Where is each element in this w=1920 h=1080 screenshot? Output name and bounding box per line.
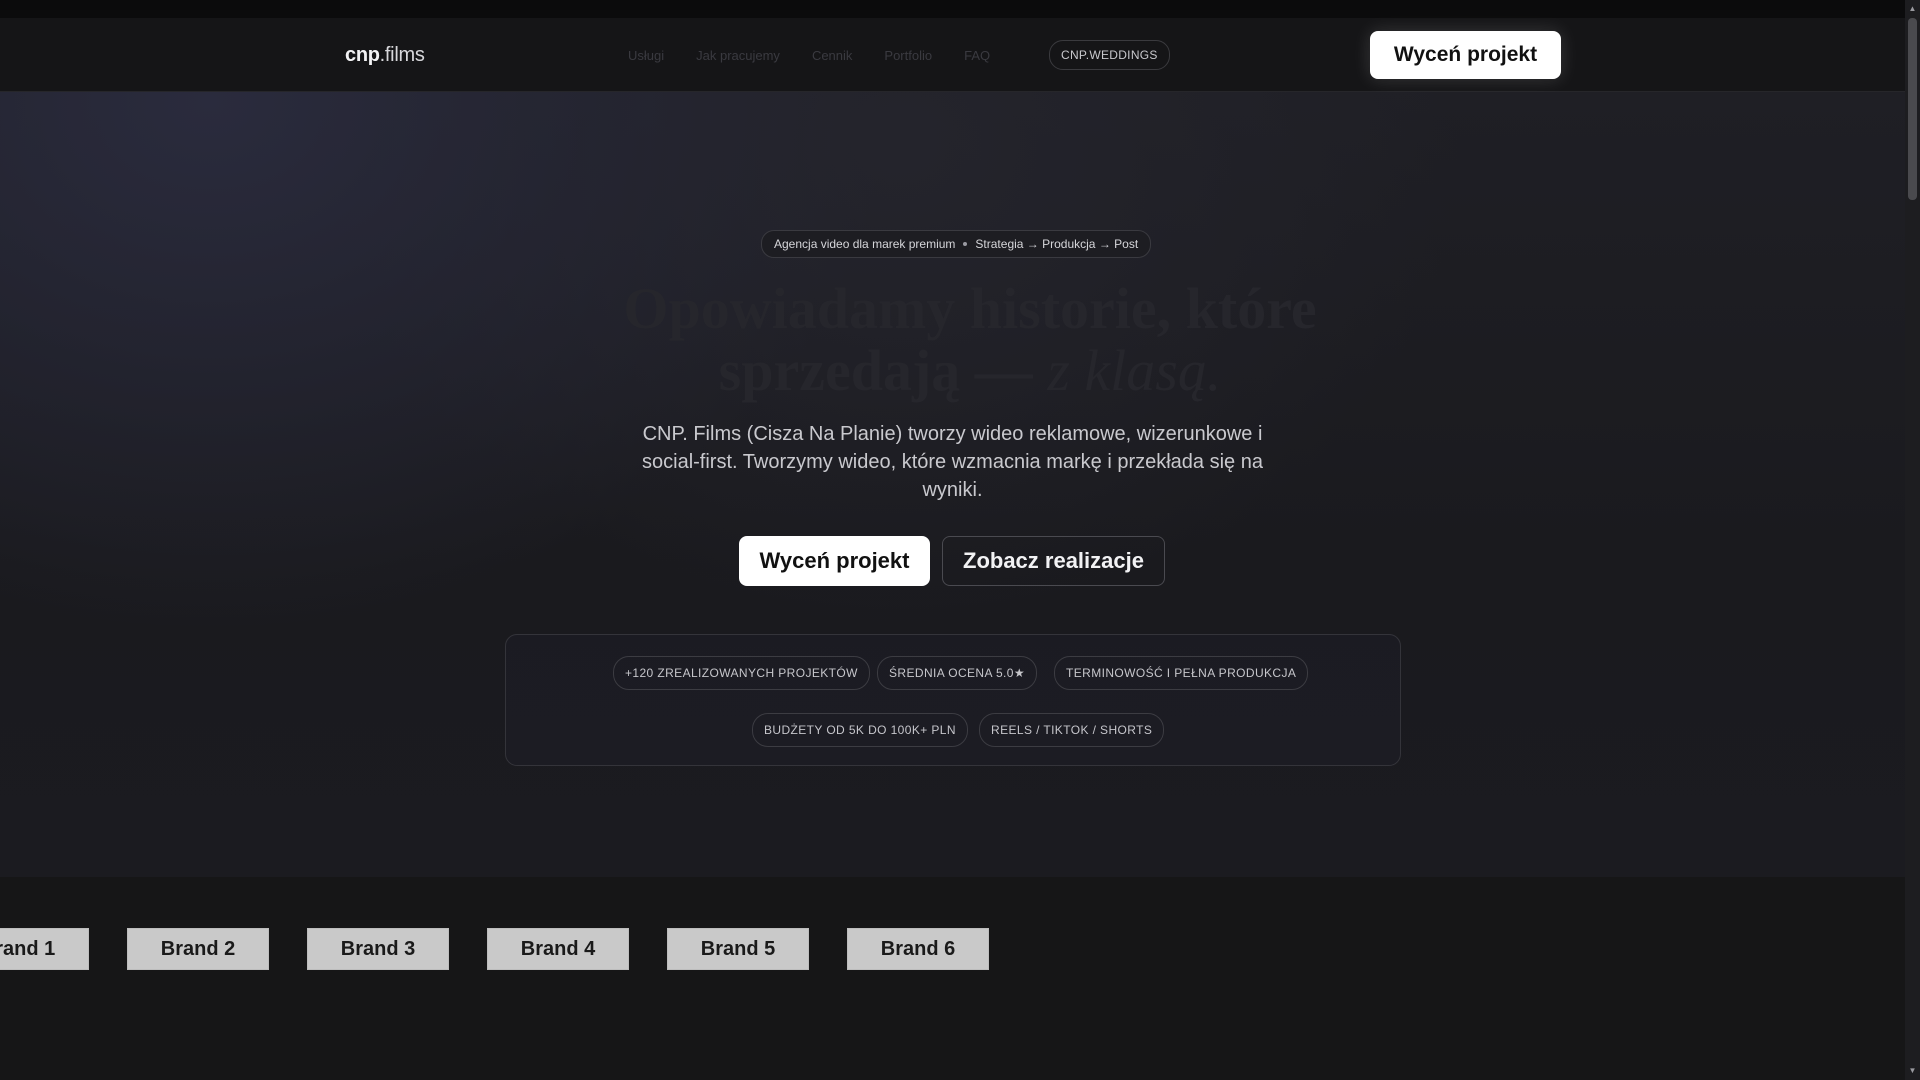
brand-logo-strip: Brand 1 Brand 2 Brand 3 Brand 4 Brand 5 … (0, 928, 1905, 970)
brand-logo: Brand 3 (307, 928, 449, 970)
stat-budget-badge: BUDŻETY OD 5K DO 100K+ PLN (752, 713, 968, 747)
headline-italic: z klasą. (1047, 338, 1222, 403)
nav-item-jak-pracujemy[interactable]: Jak pracujemy (696, 48, 780, 63)
stat-rating-badge: ŚREDNIA OCENA 5.0★ (877, 656, 1038, 690)
header-quote-button[interactable]: Wyceń projekt (1370, 31, 1561, 79)
weddings-badge-link[interactable]: CNP.WEDDINGS (1049, 40, 1170, 70)
logo-rest: .films (379, 44, 425, 66)
nav-item-portfolio[interactable]: Portfolio (884, 48, 932, 63)
page-scrollbar[interactable]: ▲ ▼ (1905, 0, 1920, 1080)
triangle-up-icon[interactable]: ▲ (1905, 2, 1920, 16)
logo-bold: cnp (345, 44, 380, 66)
stat-timeliness-badge: TERMINOWOŚĆ I PEŁNA PRODUKCJA (1054, 656, 1309, 690)
site-logo[interactable]: cnp.films (345, 44, 425, 67)
main-nav: Usługi Jak pracujemy Cennik Portfolio FA… (628, 48, 990, 63)
brand-logo: Brand 6 (847, 928, 989, 970)
site-header: cnp.films Usługi Jak pracujemy Cennik Po… (0, 18, 1905, 92)
brand-logo: Brand 5 (667, 928, 809, 970)
triangle-down-icon[interactable]: ▼ (1905, 1064, 1920, 1078)
see-work-button[interactable]: Zobacz realizacje (942, 536, 1165, 586)
brand-logo: Brand 1 (0, 928, 89, 970)
eyebrow-right-text: Strategia → Produkcja → Post (975, 237, 1139, 251)
stat-projects-badge: +120 ZREALIZOWANYCH PROJEKTÓW (613, 656, 870, 690)
brand-logo: Brand 2 (127, 928, 269, 970)
hero-eyebrow: Agencja video dla marek premium Strategi… (761, 230, 1152, 258)
headline-line-1: Opowiadamy historie, które (623, 276, 1317, 341)
eyebrow-left-text: Agencja video dla marek premium (774, 237, 956, 251)
stats-panel: +120 ZREALIZOWANYCH PROJEKTÓW ŚREDNIA OC… (505, 634, 1401, 766)
nav-item-faq[interactable]: FAQ (964, 48, 990, 63)
separator-dot-icon (963, 242, 968, 246)
hero-quote-button[interactable]: Wyceń projekt (739, 536, 930, 586)
hero-headline: Opowiadamy historie, które sprzedają — z… (520, 278, 1420, 402)
brand-logo: Brand 4 (487, 928, 629, 970)
nav-item-cennik[interactable]: Cennik (812, 48, 852, 63)
browser-top-strip (0, 0, 1920, 18)
hero-description: CNP. Films (Cisza Na Planie) tworzy wide… (642, 423, 1263, 501)
scrollbar-thumb[interactable] (1908, 18, 1917, 200)
nav-item-uslugi[interactable]: Usługi (628, 48, 664, 63)
headline-line-2: sprzedają — (718, 338, 1033, 403)
stat-formats-badge: REELS / TIKTOK / SHORTS (979, 713, 1165, 747)
